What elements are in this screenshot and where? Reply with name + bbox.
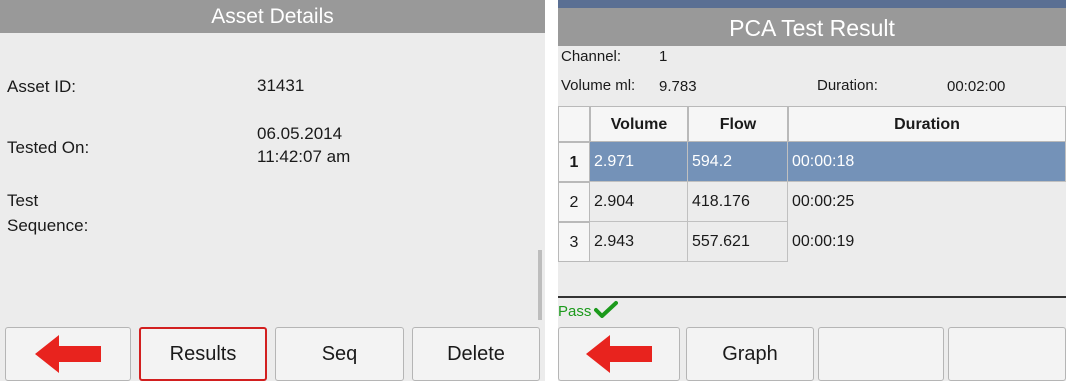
result-button-bar: Graph [558, 325, 1066, 381]
status-indicator: Pass [558, 300, 618, 320]
tested-on-time: 11:42:07 am [257, 147, 351, 166]
row-number[interactable]: 2 [558, 182, 590, 222]
back-arrow-icon [586, 335, 652, 373]
test-sequence-label-line2: Sequence: [7, 216, 89, 235]
test-sequence-label-line1: Test [7, 191, 39, 210]
row-number[interactable]: 3 [558, 222, 590, 262]
results-table: Volume Flow Duration 1 2.971 594.2 00:00… [558, 106, 1066, 298]
empty-button[interactable] [818, 327, 944, 381]
cell-duration[interactable]: 00:00:19 [788, 222, 1066, 262]
tested-on-date: 06.05.2014 [257, 124, 343, 143]
seq-button[interactable]: Seq [275, 327, 404, 381]
cell-flow[interactable]: 418.176 [688, 182, 788, 222]
asset-button-bar: Results Seq Delete [0, 325, 545, 381]
back-button[interactable] [5, 327, 131, 381]
cell-duration[interactable]: 00:00:18 [788, 142, 1066, 182]
duration-label: Duration: [817, 77, 878, 94]
back-arrow-icon [35, 335, 101, 373]
cell-flow[interactable]: 557.621 [688, 222, 788, 262]
asset-id-label: Asset ID: [7, 77, 76, 96]
col-header-duration[interactable]: Duration [788, 106, 1066, 142]
pca-test-result-panel: PCA Test Result Channel: 1 Volume ml: 9.… [558, 0, 1066, 381]
cell-flow[interactable]: 594.2 [688, 142, 788, 182]
delete-button[interactable]: Delete [412, 327, 540, 381]
asset-id-value: 31431 [257, 76, 305, 95]
volume-label: Volume ml: [561, 77, 636, 94]
cell-volume[interactable]: 2.904 [590, 182, 688, 222]
scrollbar[interactable] [538, 250, 542, 320]
asset-details-title: Asset Details [0, 0, 545, 33]
asset-details-panel: Asset Details Asset ID: 31431 Tested On:… [0, 0, 545, 381]
empty-button[interactable] [948, 327, 1066, 381]
status-text: Pass [558, 303, 592, 320]
col-header-volume[interactable]: Volume [590, 106, 688, 142]
col-header-flow[interactable]: Flow [688, 106, 788, 142]
back-button[interactable] [558, 327, 680, 381]
pca-result-title: PCA Test Result [558, 8, 1066, 46]
cell-duration[interactable]: 00:00:25 [788, 182, 1066, 222]
cell-volume[interactable]: 2.943 [590, 222, 688, 262]
graph-button[interactable]: Graph [686, 327, 814, 381]
results-button[interactable]: Results [139, 327, 267, 381]
duration-value: 00:02:00 [947, 78, 1006, 95]
channel-value: 1 [659, 48, 668, 65]
channel-label: Channel: [561, 48, 622, 65]
check-icon [593, 301, 618, 318]
tested-on-label: Tested On: [7, 138, 90, 157]
volume-value: 9.783 [659, 78, 697, 95]
top-strip [558, 0, 1066, 8]
row-number[interactable]: 1 [558, 142, 590, 182]
table-corner [558, 106, 590, 142]
cell-volume[interactable]: 2.971 [590, 142, 688, 182]
